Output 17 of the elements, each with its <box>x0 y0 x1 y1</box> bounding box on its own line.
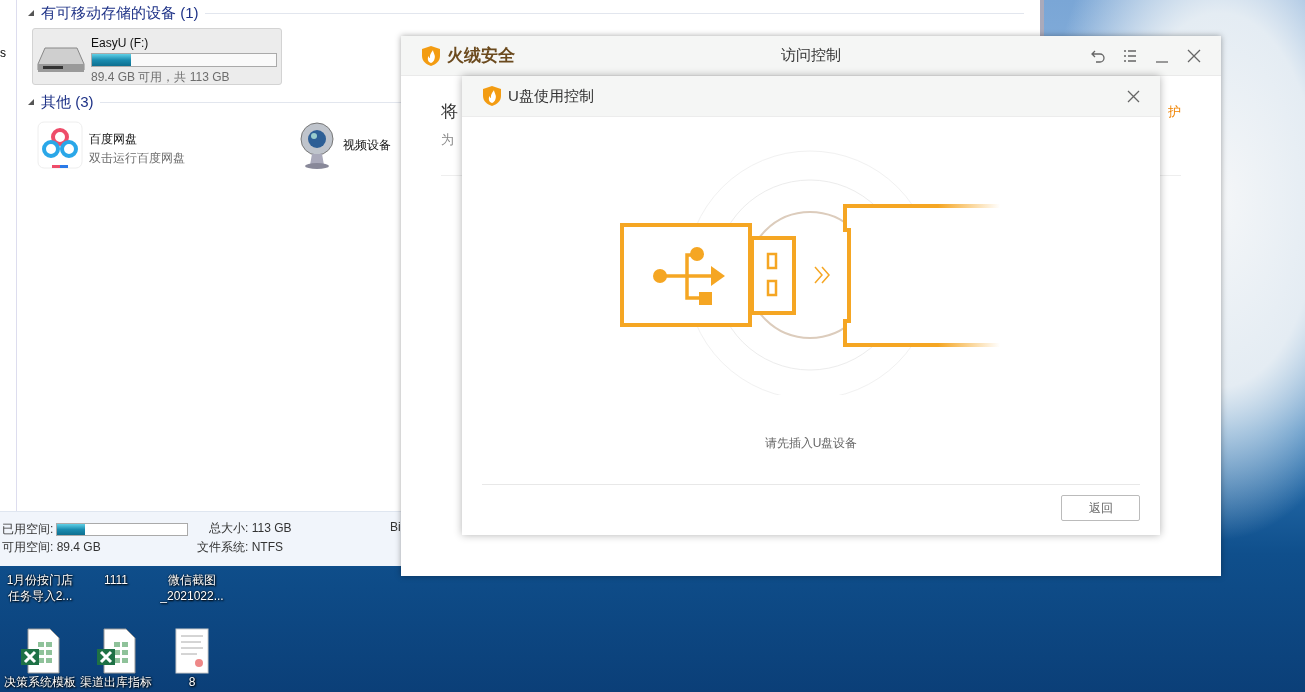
dialog-title: U盘使用控制 <box>508 86 594 106</box>
nav-pane-text: s <box>0 46 6 60</box>
free-space-text: 可用空间: 89.4 GB <box>2 539 102 556</box>
file-system-text: 文件系统: NTFS <box>197 539 284 556</box>
device-name: 视频设备 <box>343 137 391 154</box>
heading-text: 将 <box>441 101 458 123</box>
description-text: 为 <box>441 131 455 149</box>
total-size-text: 总大小: 113 GB <box>208 520 293 537</box>
app-description: 双击运行百度网盘 <box>89 150 185 167</box>
drive-space-text: 89.4 GB 可用，共 113 GB <box>91 69 231 86</box>
details-field-text: Bi <box>390 520 402 536</box>
brand-name: 火绒安全 <box>447 45 515 67</box>
app-name: 百度网盘 <box>89 131 138 148</box>
drive-name: EasyU (F:) <box>91 36 150 50</box>
window-title: 访问控制 <box>781 46 841 63</box>
insert-usb-message: 请先插入U盘设备 <box>764 435 858 452</box>
used-space-label: 已用空间: <box>2 521 54 538</box>
